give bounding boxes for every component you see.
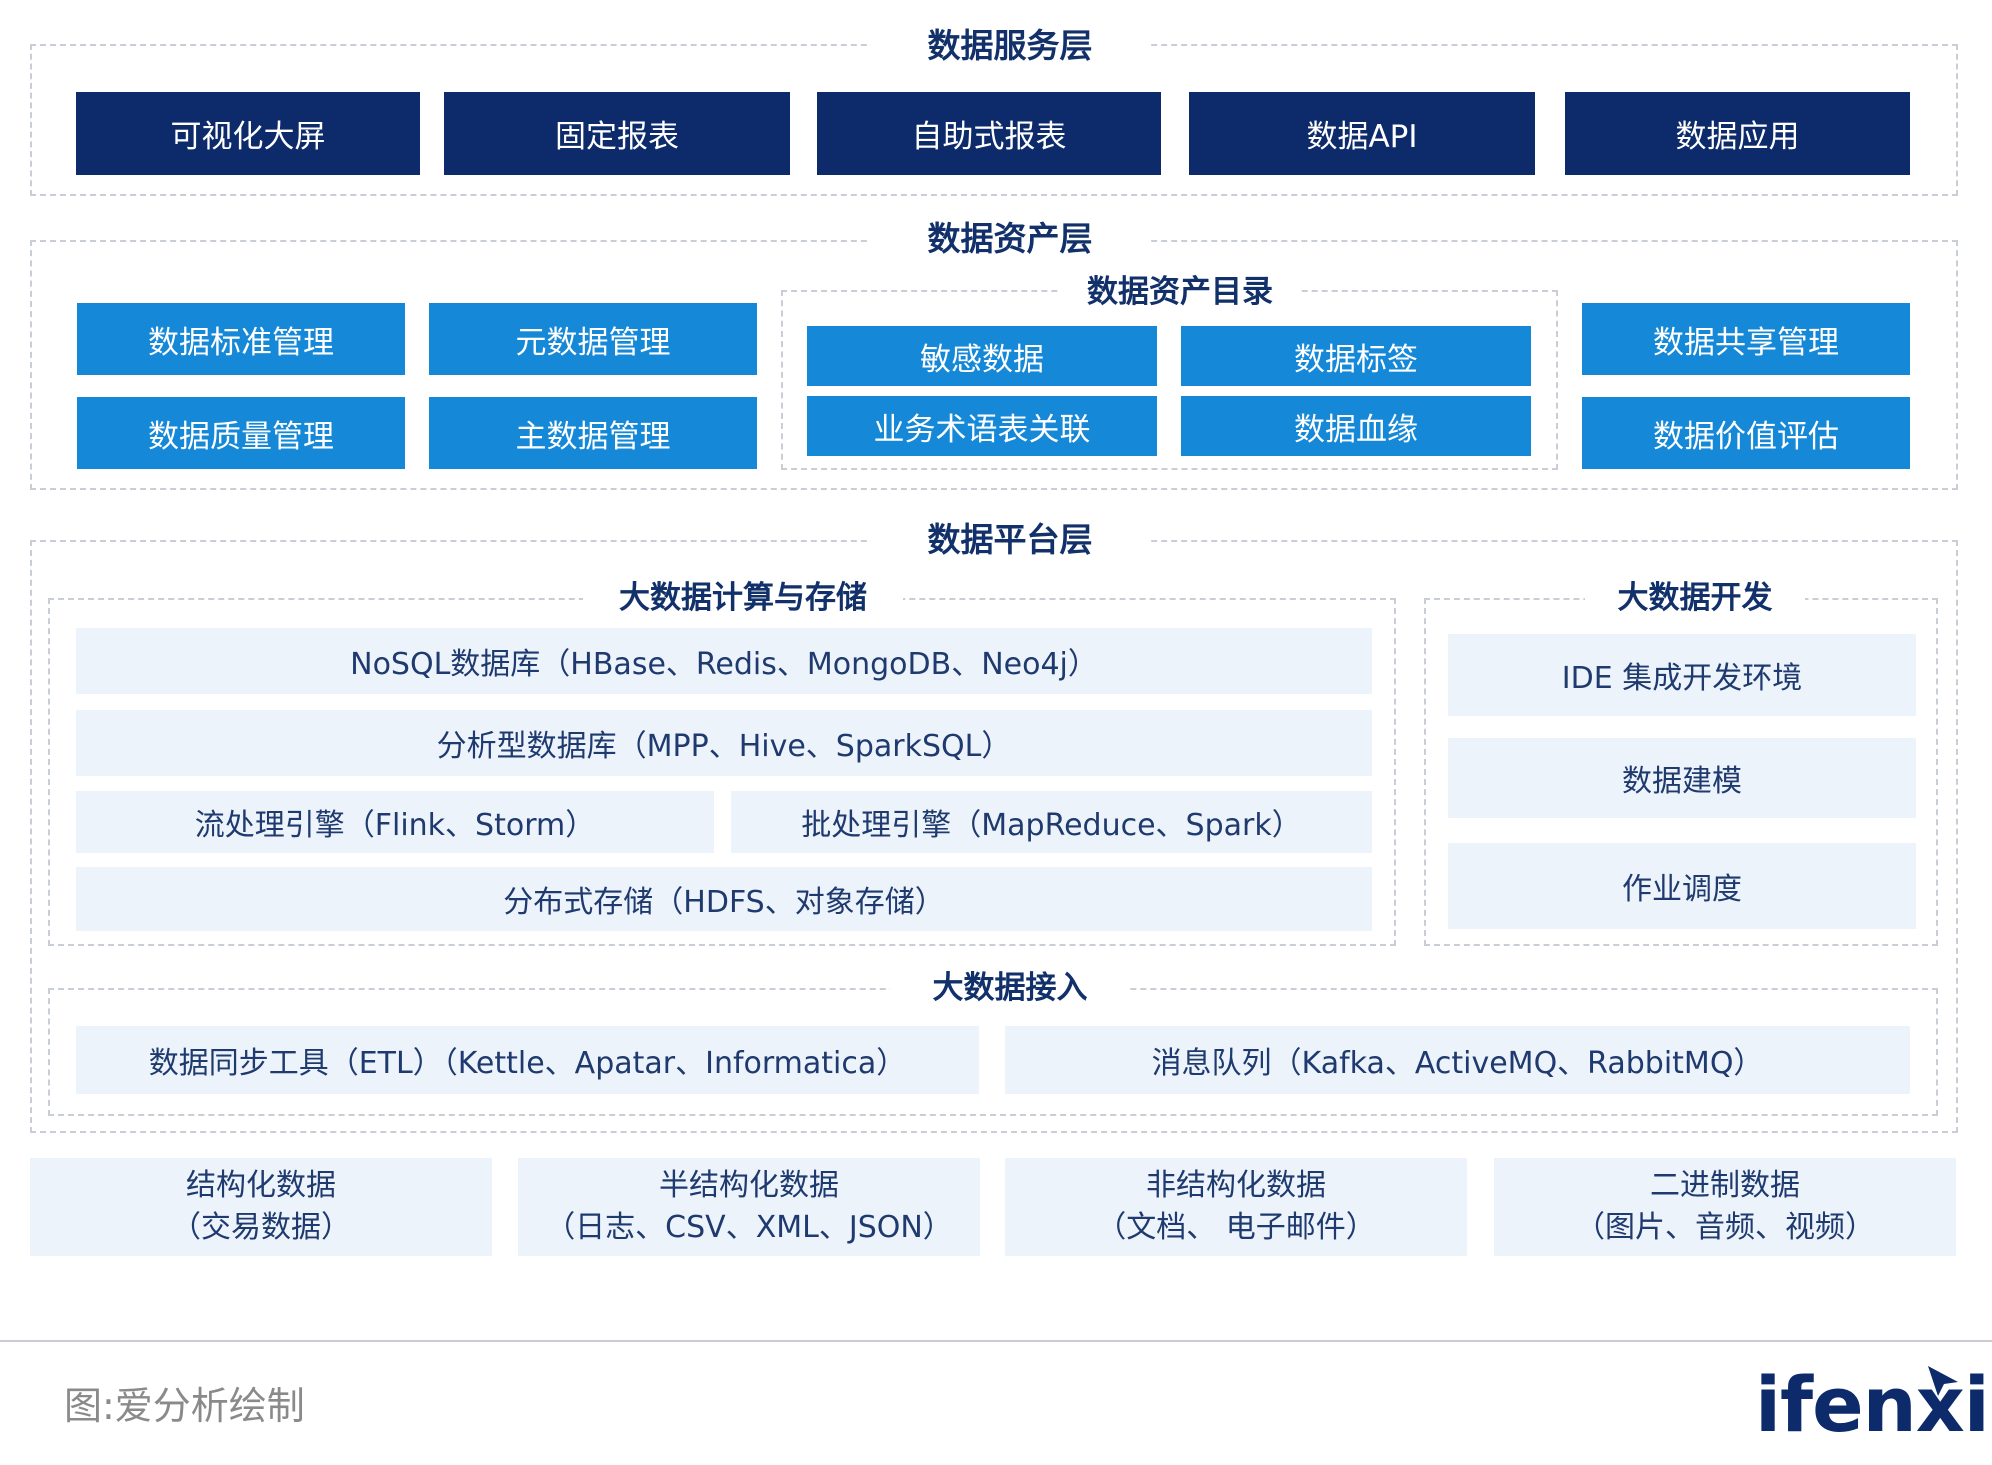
source-binary-data: 二进制数据 （图片、音频、视频） [1494, 1158, 1956, 1256]
source-unstructured-data: 非结构化数据 （文档、 电子邮件） [1005, 1158, 1467, 1256]
footer-caption: 图:爱分析绘制 [64, 1384, 305, 1428]
message-queue-box: 消息队列（Kafka、ActiveMQ、RabbitMQ） [1005, 1026, 1910, 1094]
bigdata-dev-title: 大数据开发 [1585, 574, 1805, 622]
nosql-database-box: NoSQL数据库（HBase、Redis、MongoDB、Neo4j） [76, 628, 1372, 694]
service-item-visual-screen: 可视化大屏 [76, 92, 420, 175]
service-item-fixed-report: 固定报表 [444, 92, 790, 175]
logo-arrow-icon [1928, 1366, 1958, 1396]
source-name: 非结构化数据 [1146, 1168, 1326, 1203]
asset-item-data-standard: 数据标准管理 [77, 303, 405, 375]
catalog-item-sensitive-data: 敏感数据 [807, 326, 1157, 386]
asset-item-metadata: 元数据管理 [429, 303, 757, 375]
source-detail: （图片、音频、视频） [1575, 1210, 1875, 1245]
source-semi-structured-data: 半结构化数据 （日志、CSV、XML、JSON） [518, 1158, 980, 1256]
catalog-item-data-lineage: 数据血缘 [1181, 396, 1531, 456]
asset-item-master-data: 主数据管理 [429, 397, 757, 469]
service-item-data-application: 数据应用 [1565, 92, 1910, 175]
source-name: 二进制数据 [1650, 1168, 1800, 1203]
asset-layer-title: 数据资产层 [870, 215, 1150, 263]
source-detail: （文档、 电子邮件） [1096, 1210, 1376, 1245]
asset-item-data-quality: 数据质量管理 [77, 397, 405, 469]
source-structured-data: 结构化数据 （交易数据） [30, 1158, 492, 1256]
dev-item-data-modeling: 数据建模 [1448, 738, 1916, 818]
dev-item-job-scheduling: 作业调度 [1448, 843, 1916, 929]
service-item-data-api: 数据API [1189, 92, 1535, 175]
footer-divider [0, 1340, 1992, 1342]
asset-catalog-title: 数据资产目录 [1060, 268, 1300, 316]
catalog-item-glossary-link: 业务术语表关联 [807, 396, 1157, 456]
service-item-self-service-report: 自助式报表 [817, 92, 1161, 175]
compute-storage-title: 大数据计算与存储 [583, 574, 903, 622]
asset-item-data-sharing: 数据共享管理 [1582, 303, 1910, 375]
dev-item-ide: IDE 集成开发环境 [1448, 634, 1916, 716]
catalog-item-data-tag: 数据标签 [1181, 326, 1531, 386]
distributed-storage-box: 分布式存储（HDFS、对象存储） [76, 867, 1372, 931]
analytic-database-box: 分析型数据库（MPP、Hive、SparkSQL） [76, 710, 1372, 776]
etl-tool-box: 数据同步工具（ETL）（Kettle、Apatar、Informatica） [76, 1026, 979, 1094]
source-detail: （交易数据） [171, 1210, 351, 1245]
source-name: 半结构化数据 [659, 1168, 839, 1203]
batch-engine-box: 批处理引擎（MapReduce、Spark） [731, 791, 1372, 853]
source-detail: （日志、CSV、XML、JSON） [545, 1210, 953, 1245]
source-name: 结构化数据 [186, 1168, 336, 1203]
platform-layer-title: 数据平台层 [870, 516, 1150, 564]
service-layer-title: 数据服务层 [870, 22, 1150, 70]
stream-engine-box: 流处理引擎（Flink、Storm） [76, 791, 714, 853]
asset-item-data-value: 数据价值评估 [1582, 397, 1910, 469]
bigdata-ingest-title: 大数据接入 [890, 964, 1130, 1012]
